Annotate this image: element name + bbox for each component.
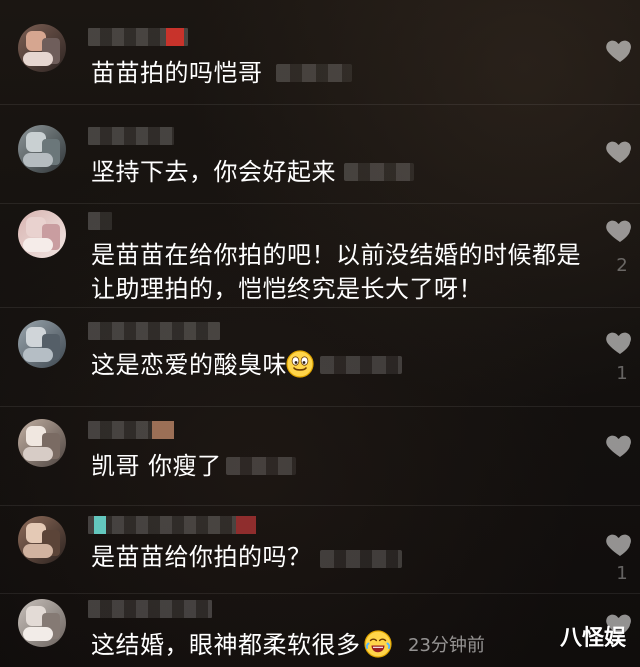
like-button[interactable] — [602, 528, 638, 560]
like-button[interactable] — [602, 429, 638, 461]
username-mask[interactable] — [88, 28, 188, 46]
comment-item[interactable]: 这结婚，眼神都柔软很多 23分钟前 — [0, 594, 640, 667]
avatar[interactable] — [18, 24, 66, 72]
comment-item[interactable]: 这是恋爱的酸臭味 1 — [0, 308, 640, 406]
watermark: 八怪娱 — [560, 626, 627, 651]
comment-text: 坚持下去，你会好起来 — [91, 158, 336, 186]
comment-item[interactable]: 是苗苗给你拍的吗？ 1 — [0, 506, 640, 593]
username-mask[interactable] — [88, 212, 112, 230]
like-button[interactable] — [602, 34, 638, 66]
comment-item[interactable]: 苗苗拍的吗恺哥 — [0, 0, 640, 104]
like-count: 1 — [616, 363, 628, 384]
avatar[interactable] — [18, 125, 66, 173]
like-button[interactable] — [602, 135, 638, 167]
heart-icon — [606, 141, 631, 163]
laughing-face-icon — [364, 630, 392, 658]
heart-icon — [606, 40, 631, 62]
like-button[interactable] — [602, 326, 638, 358]
username-mask[interactable] — [88, 421, 174, 439]
like-button[interactable] — [602, 214, 638, 246]
comment-item[interactable]: 凯哥 你瘦了 — [0, 407, 640, 505]
like-count: 1 — [616, 563, 628, 584]
comment-text: 凯哥 你瘦了 — [91, 452, 222, 480]
avatar[interactable] — [18, 516, 66, 564]
heart-icon — [606, 220, 631, 242]
username-mask[interactable] — [88, 600, 212, 618]
smiling-face-icon — [286, 350, 314, 378]
comment-item[interactable]: 是苗苗在给你拍的吧！以前没结婚的时候都是 让助理拍的，恺恺终究是长大了呀！ 2 — [0, 204, 640, 307]
comment-text: 是苗苗在给你拍的吧！以前没结婚的时候都是 让助理拍的，恺恺终究是长大了呀！ — [91, 241, 581, 303]
time-mask — [276, 64, 352, 82]
comment-text: 这结婚，眼神都柔软很多 — [91, 631, 361, 659]
username-mask[interactable] — [88, 322, 220, 340]
avatar[interactable] — [18, 320, 66, 368]
heart-icon — [606, 534, 631, 556]
avatar[interactable] — [18, 599, 66, 647]
heart-icon — [606, 435, 631, 457]
time-mask — [320, 550, 402, 568]
timestamp: 23分钟前 — [408, 635, 485, 656]
heart-icon — [606, 332, 631, 354]
time-mask — [344, 163, 414, 181]
comments-screen: 苗苗拍的吗恺哥 坚持下去，你会好起来 是苗苗在给你拍的吧！以前没结婚的时候都是 … — [0, 0, 640, 667]
username-mask[interactable] — [88, 516, 256, 534]
like-count: 2 — [616, 255, 628, 276]
username-mask[interactable] — [88, 127, 174, 145]
time-mask — [320, 356, 402, 374]
comment-item[interactable]: 坚持下去，你会好起来 — [0, 105, 640, 203]
avatar[interactable] — [18, 210, 66, 258]
avatar[interactable] — [18, 419, 66, 467]
time-mask — [226, 457, 296, 475]
